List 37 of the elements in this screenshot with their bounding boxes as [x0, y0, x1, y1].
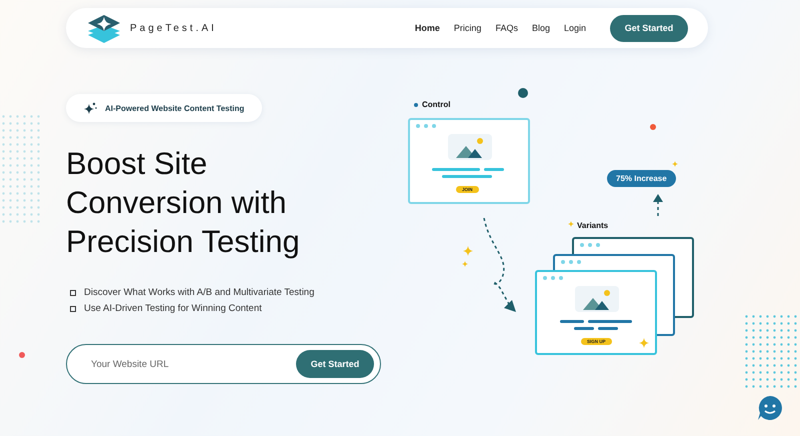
nav-link[interactable]: FAQs [495, 23, 518, 33]
feature-text: Discover What Works with A/B and Multivariate Testing [84, 287, 314, 298]
nav-link[interactable]: Pricing [454, 23, 482, 33]
get-started-button[interactable]: Get Started [296, 350, 374, 378]
variants-label: Variants [577, 221, 608, 230]
window-dots-icon [543, 276, 565, 280]
sparkle-icon [84, 102, 97, 114]
dashed-arrow [650, 194, 666, 216]
sparkle-icon [672, 161, 678, 167]
decor-dot [650, 124, 656, 130]
text-lines-drawing [432, 168, 504, 178]
nav-link[interactable]: Login [564, 23, 586, 33]
image-icon [575, 286, 619, 312]
control-label: Control [422, 100, 450, 109]
decor-dot [518, 88, 528, 98]
window-dots-icon [580, 243, 602, 247]
bullet-icon [70, 306, 76, 312]
image-icon [448, 134, 492, 160]
feature-badge: AI-Powered Website Content Testing [66, 94, 262, 122]
sparkle-icon [639, 338, 649, 348]
feature-text: Use AI-Driven Testing for Winning Content [84, 303, 262, 314]
brand-name: PageTest.AI [130, 22, 217, 34]
nav-link[interactable]: Home [414, 23, 440, 33]
decor-dot [19, 352, 25, 358]
sparkle-icon [568, 221, 574, 227]
hero-title: Boost Site Conversion with Precision Testing [66, 145, 300, 261]
window-dots-icon [416, 124, 438, 128]
text-lines-drawing [560, 320, 632, 330]
website-url-field[interactable]: Your Website URL [89, 358, 296, 370]
bullet-icon [70, 290, 76, 296]
logo-icon [86, 13, 122, 43]
increase-badge: 75% Increase [607, 170, 676, 187]
chat-icon[interactable] [757, 395, 783, 421]
get-started-button[interactable]: Get Started [610, 14, 688, 42]
nav-link[interactable]: Blog [532, 23, 550, 33]
window-dots-icon [561, 260, 583, 264]
bullet-dot [414, 102, 418, 106]
